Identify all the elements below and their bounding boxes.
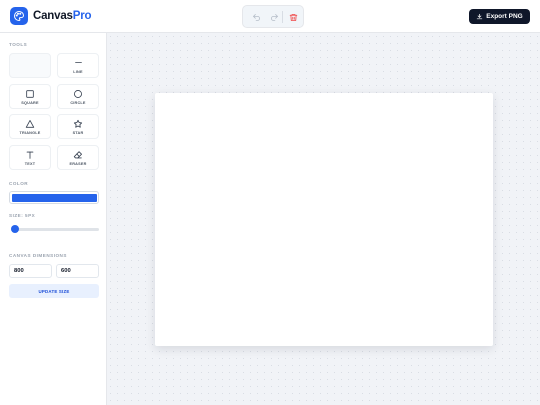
size-section-title: SIZE: 5PX xyxy=(9,213,36,218)
brand-name-part2: Pro xyxy=(72,10,92,22)
canvas-width-input[interactable] xyxy=(9,264,52,278)
brand-name-part1: Canvas xyxy=(33,10,73,22)
update-size-button[interactable]: UPDATE SIZE xyxy=(9,284,99,298)
canvas-height-input[interactable] xyxy=(56,264,99,278)
app-title: CanvasPro xyxy=(33,10,91,22)
tool-text[interactable]: TEXT xyxy=(9,145,51,170)
tool-square[interactable]: SQUARE xyxy=(9,84,51,109)
color-picker[interactable] xyxy=(9,191,99,204)
tool-label: LINE xyxy=(73,70,83,74)
tools-section-title: TOOLS xyxy=(9,42,28,47)
history-actions xyxy=(242,5,304,28)
tool-label: STAR xyxy=(72,131,84,135)
tool-brush[interactable] xyxy=(9,53,51,78)
tool-label: SQUARE xyxy=(21,101,39,105)
triangle-icon xyxy=(25,118,35,129)
export-label: Export PNG xyxy=(486,13,523,20)
drawing-canvas[interactable] xyxy=(155,93,493,346)
palette-icon xyxy=(10,7,28,25)
tool-circle[interactable]: CIRCLE xyxy=(57,84,99,109)
top-toolbar: CanvasPro Export PNG xyxy=(0,0,540,33)
size-slider-thumb[interactable] xyxy=(11,225,19,233)
dimensions-section-title: CANVAS DIMENSIONS xyxy=(9,253,67,258)
tool-label: TEXT xyxy=(24,162,36,166)
tool-label: ERASER xyxy=(69,162,87,166)
undo-icon xyxy=(252,13,260,21)
tool-label: CIRCLE xyxy=(70,101,86,105)
tool-star[interactable]: STAR xyxy=(57,114,99,139)
line-icon xyxy=(74,57,83,68)
undo-button[interactable] xyxy=(249,10,263,24)
text-icon xyxy=(25,149,35,160)
redo-icon xyxy=(270,13,278,21)
tool-label: TRIANGLE xyxy=(19,131,41,135)
trash-icon xyxy=(289,13,297,21)
toolbar-divider xyxy=(282,11,283,23)
export-png-button[interactable]: Export PNG xyxy=(469,9,530,24)
tool-eraser[interactable]: ERASER xyxy=(57,145,99,170)
tool-line[interactable]: LINE xyxy=(57,53,99,78)
circle-icon xyxy=(73,88,83,99)
star-icon xyxy=(73,118,83,129)
clear-canvas-button[interactable] xyxy=(286,10,300,24)
size-slider-track[interactable] xyxy=(11,228,99,231)
download-icon xyxy=(477,13,483,20)
square-icon xyxy=(25,88,35,99)
tool-triangle[interactable]: TRIANGLE xyxy=(9,114,51,139)
redo-button[interactable] xyxy=(267,10,281,24)
color-section-title: COLOR xyxy=(9,181,29,186)
eraser-icon xyxy=(73,149,83,160)
color-swatch-fill xyxy=(11,193,97,202)
